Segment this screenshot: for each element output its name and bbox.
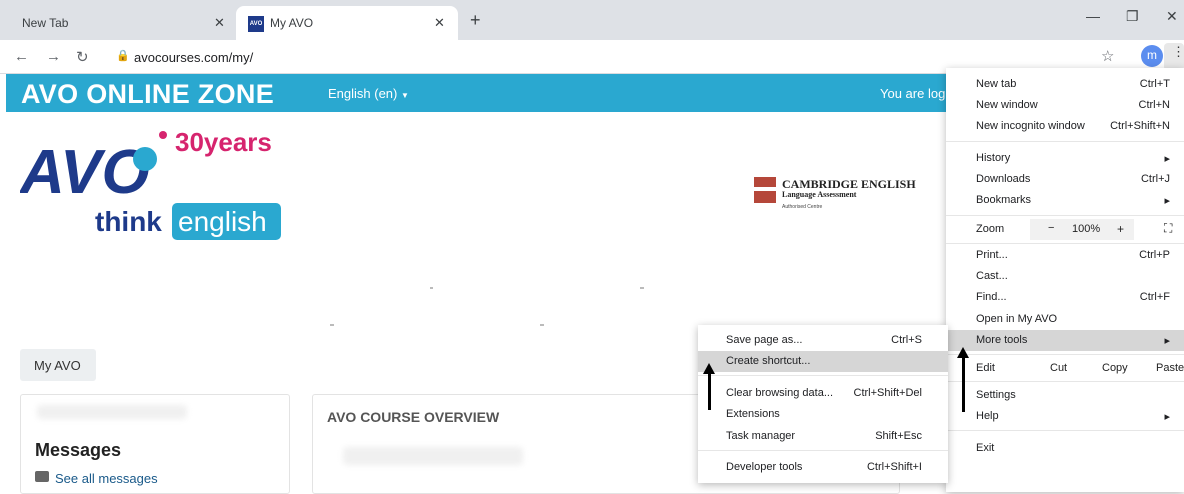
- submenu-item-save-page[interactable]: Save page as... Ctrl+S: [698, 330, 948, 351]
- tab-strip: New Tab ✕ AVO My AVO ✕ + — ❐ ✕: [0, 0, 1184, 40]
- logo-brand: AVO: [20, 138, 150, 207]
- avo-logo: AVO 30years think english: [20, 127, 281, 240]
- speck: [330, 324, 334, 326]
- logo-english: english: [178, 206, 267, 237]
- forward-icon[interactable]: →: [46, 48, 61, 65]
- logo-tagline: 30years: [175, 127, 272, 157]
- edit-cut-button[interactable]: Cut: [1050, 362, 1067, 374]
- tab-new-tab[interactable]: New Tab ✕: [6, 6, 236, 40]
- submenu-item-developer-tools[interactable]: Developer tools Ctrl+Shift+I: [698, 457, 948, 478]
- minimize-icon[interactable]: —: [1086, 8, 1100, 24]
- annotation-arrow-up-icon: [703, 363, 715, 410]
- zoom-controls: − 100% +: [1030, 219, 1134, 240]
- language-label: English (en): [328, 86, 398, 101]
- avo-favicon-icon: AVO: [248, 16, 264, 32]
- messages-heading: Messages: [35, 440, 122, 460]
- menu-item-cast[interactable]: Cast...: [946, 266, 1184, 287]
- menu-item-settings[interactable]: Settings: [946, 385, 1184, 406]
- menu-item-exit[interactable]: Exit: [946, 438, 1184, 459]
- bookmark-star-icon[interactable]: ☆: [1101, 47, 1114, 65]
- redacted-area: [37, 405, 187, 419]
- submenu-arrow-icon: ▸: [1164, 195, 1170, 207]
- address-bar[interactable]: 🔒 avocourses.com/my/: [104, 45, 1094, 69]
- back-icon[interactable]: ←: [14, 48, 29, 65]
- speck: [430, 287, 433, 289]
- submenu-item-clear-browsing-data[interactable]: Clear browsing data... Ctrl+Shift+Del: [698, 383, 948, 404]
- menu-item-more-tools[interactable]: More tools ▸: [946, 330, 1184, 351]
- menu-item-edit: Edit Cut Copy Paste: [976, 362, 1184, 374]
- logo-dot-icon: [133, 147, 157, 171]
- menu-separator: [946, 243, 1184, 244]
- speck: [640, 287, 644, 289]
- close-tab-icon[interactable]: ✕: [434, 15, 445, 31]
- comment-icon: [35, 471, 49, 482]
- edit-copy-button[interactable]: Copy: [1102, 362, 1128, 374]
- chrome-main-menu: New tab Ctrl+T New window Ctrl+N New incog…: [946, 68, 1184, 492]
- menu-separator: [946, 381, 1184, 382]
- menu-separator: [698, 375, 948, 376]
- chrome-menu-button[interactable]: ⋮: [1164, 43, 1184, 71]
- menu-separator: [946, 354, 1184, 355]
- submenu-item-extensions[interactable]: Extensions: [698, 404, 948, 425]
- course-overview-heading: AVO COURSE OVERVIEW: [327, 409, 500, 425]
- menu-item-find[interactable]: Find... Ctrl+F: [946, 287, 1184, 308]
- language-selector[interactable]: English (en) ▼: [328, 86, 409, 101]
- fullscreen-icon[interactable]: ⛶: [1164, 221, 1172, 236]
- profile-avatar[interactable]: m: [1141, 45, 1163, 67]
- submenu-item-task-manager[interactable]: Task manager Shift+Esc: [698, 426, 948, 447]
- zoom-value: 100%: [1072, 223, 1101, 235]
- tab-title: My AVO: [270, 16, 314, 30]
- see-all-messages-link[interactable]: See all messages: [55, 471, 158, 486]
- new-tab-button[interactable]: +: [470, 10, 481, 31]
- zoom-out-button[interactable]: −: [1048, 222, 1054, 234]
- logo-think: think: [95, 206, 162, 237]
- menu-item-new-window[interactable]: New window Ctrl+N: [946, 95, 1184, 116]
- menu-item-new-incognito[interactable]: New incognito window Ctrl+Shift+N: [946, 116, 1184, 137]
- menu-separator: [698, 450, 948, 451]
- menu-item-zoom: Zoom − 100% + ⛶: [946, 219, 1184, 240]
- lock-icon: 🔒: [116, 50, 130, 62]
- breadcrumb[interactable]: My AVO: [20, 349, 96, 381]
- redacted-area: [343, 447, 523, 465]
- menu-item-help[interactable]: Help ▸: [946, 406, 1184, 427]
- messages-block: Messages See all messages: [20, 394, 290, 494]
- cambridge-logo: CAMBRIDGE ENGLISH Language Assessment Au…: [754, 177, 916, 210]
- tab-title: New Tab: [22, 16, 69, 30]
- menu-separator: [946, 141, 1184, 142]
- menu-item-new-tab[interactable]: New tab Ctrl+T: [946, 74, 1184, 95]
- edit-paste-button[interactable]: Paste: [1156, 362, 1184, 374]
- site-header: AVO ONLINE ZONE English (en) ▼ You are l…: [6, 74, 966, 112]
- login-info: You are log: [880, 86, 946, 101]
- url-text[interactable]: avocourses.com/my/: [134, 50, 253, 65]
- breadcrumb-label: My AVO: [34, 358, 81, 373]
- menu-separator: [946, 215, 1184, 216]
- speck: [540, 324, 544, 326]
- menu-item-history[interactable]: History ▸: [946, 148, 1184, 169]
- menu-item-print[interactable]: Print... Ctrl+P: [946, 245, 1184, 266]
- cambridge-line1: CAMBRIDGE ENGLISH: [782, 177, 916, 191]
- zoom-in-button[interactable]: +: [1117, 222, 1124, 236]
- menu-item-open-in-my-avo[interactable]: Open in My AVO: [946, 309, 1184, 330]
- site-name[interactable]: AVO ONLINE ZONE: [21, 79, 274, 110]
- more-tools-submenu: Save page as... Ctrl+S Create shortcut...…: [698, 325, 948, 483]
- close-window-icon[interactable]: ✕: [1166, 8, 1178, 25]
- cambridge-line2: Language Assessment: [782, 190, 857, 199]
- submenu-arrow-icon: ▸: [1164, 411, 1170, 423]
- submenu-item-create-shortcut[interactable]: Create shortcut...: [698, 351, 948, 372]
- logo-small-dot-icon: [159, 131, 167, 139]
- menu-item-downloads[interactable]: Downloads Ctrl+J: [946, 169, 1184, 190]
- submenu-arrow-icon: ▸: [1164, 335, 1170, 347]
- submenu-arrow-icon: ▸: [1164, 153, 1170, 165]
- three-dot-icon: ⋮: [1172, 44, 1184, 59]
- menu-separator: [946, 430, 1184, 431]
- chevron-down-icon: ▼: [401, 91, 409, 100]
- restore-icon[interactable]: ❐: [1126, 8, 1139, 25]
- reload-icon[interactable]: ↻: [76, 48, 89, 66]
- close-tab-icon[interactable]: ✕: [214, 15, 225, 31]
- cambridge-line3: Authorised Centre: [782, 204, 823, 210]
- annotation-arrow-up-icon: [957, 347, 969, 412]
- menu-item-bookmarks[interactable]: Bookmarks ▸: [946, 190, 1184, 211]
- tab-my-avo[interactable]: AVO My AVO ✕: [236, 6, 458, 40]
